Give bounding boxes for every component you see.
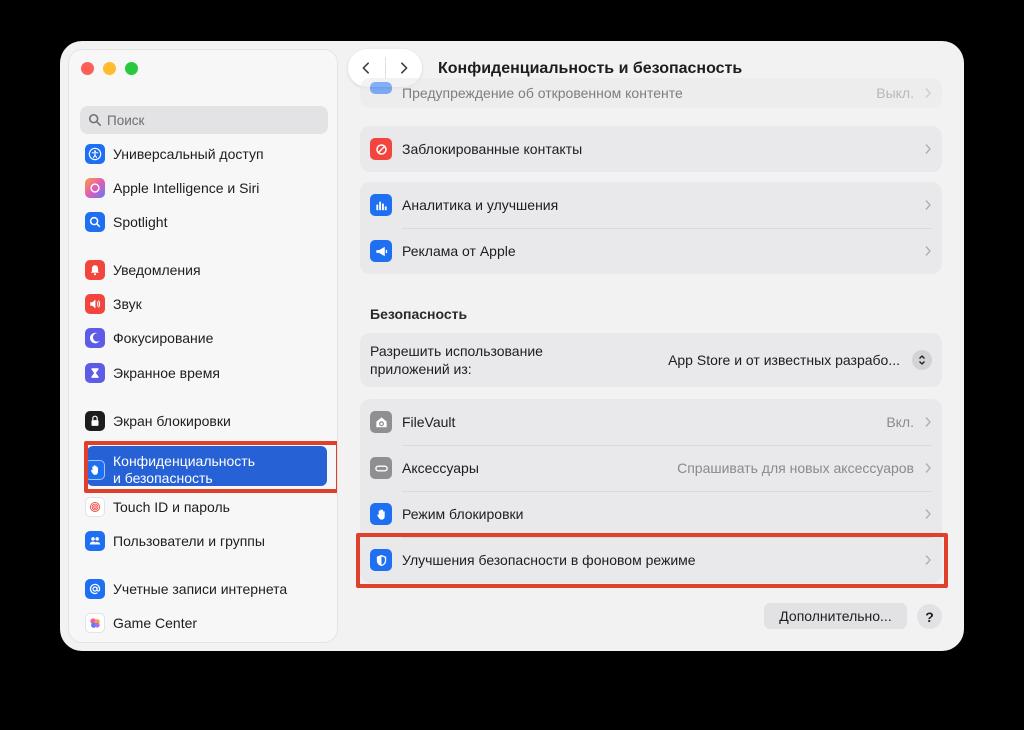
highlight-frame-background-security (356, 533, 948, 588)
advanced-button[interactable]: Дополнительно... (764, 603, 907, 629)
sidebar-item-label: Звук (113, 296, 142, 312)
group-sensitive-content: Предупреждение об откровенном контенте В… (360, 78, 942, 108)
filevault-icon (370, 411, 392, 433)
sidebar-item-internet-accounts[interactable]: Учетные записи интернета (85, 576, 325, 602)
sidebar-item-label: Уведомления (113, 262, 201, 278)
accessibility-icon (85, 144, 105, 164)
row-label: Аналитика и улучшения (402, 197, 559, 213)
fingerprint-icon (85, 497, 105, 517)
accessory-icon (370, 457, 392, 479)
search-icon (88, 113, 102, 127)
sidebar-item-label: Apple Intelligence и Siri (113, 180, 260, 196)
sidebar-item-label: Экран блокировки (113, 413, 231, 429)
blocked-icon (370, 138, 392, 160)
zoom-button[interactable] (125, 62, 138, 75)
minimize-button[interactable] (103, 62, 116, 75)
group-analytics: Аналитика и улучшения Реклама от Apple (360, 182, 942, 274)
at-icon (85, 579, 105, 599)
chevron-right-icon (400, 62, 408, 74)
row-label: FileVault (402, 414, 456, 430)
sidebar-item-game-center[interactable]: Game Center (85, 610, 325, 636)
sidebar-item-notifications[interactable]: Уведомления (85, 257, 325, 283)
help-button[interactable]: ? (917, 604, 942, 629)
row-filevault[interactable]: FileVault Вкл. (360, 399, 942, 445)
chevron-left-icon (362, 62, 370, 74)
sidebar-item-label: Фокусирование (113, 330, 214, 346)
sidebar: Поиск Универсальный доступ Apple Intelli… (68, 49, 338, 643)
popup-stepper-icon[interactable] (912, 350, 932, 370)
row-sensitive-content-warning[interactable]: Предупреждение об откровенном контенте В… (360, 78, 942, 108)
sidebar-item-label: Game Center (113, 615, 198, 631)
hand-icon (370, 503, 392, 525)
warning-icon (370, 82, 392, 94)
hourglass-icon (85, 363, 105, 383)
row-blocked-contacts[interactable]: Заблокированные контакты (360, 126, 942, 172)
sidebar-item-label: Пользователи и группы (113, 533, 265, 549)
row-value: Выкл. (876, 85, 914, 101)
chevron-right-icon (925, 246, 931, 256)
sidebar-item-touch-id[interactable]: Touch ID и пароль (85, 494, 325, 520)
speaker-icon (85, 294, 105, 314)
magnifier-icon (85, 212, 105, 232)
sidebar-item-label: Учетные записи интернета (113, 581, 288, 597)
row-label: Предупреждение об откровенном контенте (402, 85, 683, 101)
sidebar-item-lock-screen[interactable]: Экран блокировки (85, 408, 325, 434)
close-button[interactable] (81, 62, 94, 75)
row-label: Аксессуары (402, 460, 479, 476)
sidebar-item-sound[interactable]: Звук (85, 291, 325, 317)
chevron-right-icon (925, 463, 931, 473)
row-value: Вкл. (886, 414, 914, 430)
chevron-right-icon (925, 417, 931, 427)
sidebar-item-accessibility[interactable]: Универсальный доступ (85, 141, 325, 167)
settings-window: Поиск Универсальный доступ Apple Intelli… (60, 41, 964, 651)
sidebar-item-label: Spotlight (113, 214, 168, 230)
window-controls (81, 62, 138, 75)
sidebar-item-label: Touch ID и пароль (113, 499, 230, 515)
row-accessories[interactable]: Аксессуары Спрашивать для новых аксессуа… (360, 445, 942, 491)
row-label: Заблокированные контакты (402, 141, 583, 157)
chevron-right-icon (925, 200, 931, 210)
chevron-right-icon (925, 509, 931, 519)
row-lockdown-mode[interactable]: Режим блокировки (360, 491, 942, 537)
siri-icon (85, 178, 105, 198)
lock-icon (85, 411, 105, 431)
sidebar-item-label: Универсальный доступ (113, 146, 264, 162)
sidebar-item-spotlight[interactable]: Spotlight (85, 209, 325, 235)
chevron-right-icon (925, 144, 931, 154)
highlight-frame-sidebar (84, 441, 337, 493)
sidebar-item-siri[interactable]: Apple Intelligence и Siri (85, 175, 325, 201)
moon-icon (85, 328, 105, 348)
sidebar-item-screen-time[interactable]: Экранное время (85, 360, 325, 386)
search-placeholder: Поиск (107, 112, 145, 128)
row-value: Спрашивать для новых аксессуаров (677, 460, 914, 476)
section-title-security: Безопасность (370, 306, 468, 322)
row-label: Режим блокировки (402, 506, 524, 522)
row-analytics[interactable]: Аналитика и улучшения (360, 182, 942, 228)
bell-icon (85, 260, 105, 280)
chevron-right-icon (925, 88, 931, 98)
row-apple-ads[interactable]: Реклама от Apple (360, 228, 942, 274)
search-field[interactable]: Поиск (80, 106, 328, 134)
game-center-icon (85, 613, 105, 633)
row-allow-apps: Разрешить использование приложений из: A… (360, 333, 942, 387)
group-allow-apps: Разрешить использование приложений из: A… (360, 333, 942, 387)
group-blocked: Заблокированные контакты (360, 126, 942, 172)
row-label: Разрешить использование приложений из: (370, 343, 543, 377)
row-label: Реклама от Apple (402, 243, 516, 259)
users-icon (85, 531, 105, 551)
sidebar-item-focus[interactable]: Фокусирование (85, 325, 325, 351)
sidebar-item-users[interactable]: Пользователи и группы (85, 528, 325, 554)
megaphone-icon (370, 240, 392, 262)
sidebar-item-label: Экранное время (113, 365, 220, 381)
allow-apps-select[interactable]: App Store и от известных разрабо... (610, 352, 900, 368)
analytics-icon (370, 194, 392, 216)
page-title: Конфиденциальность и безопасность (438, 60, 743, 77)
